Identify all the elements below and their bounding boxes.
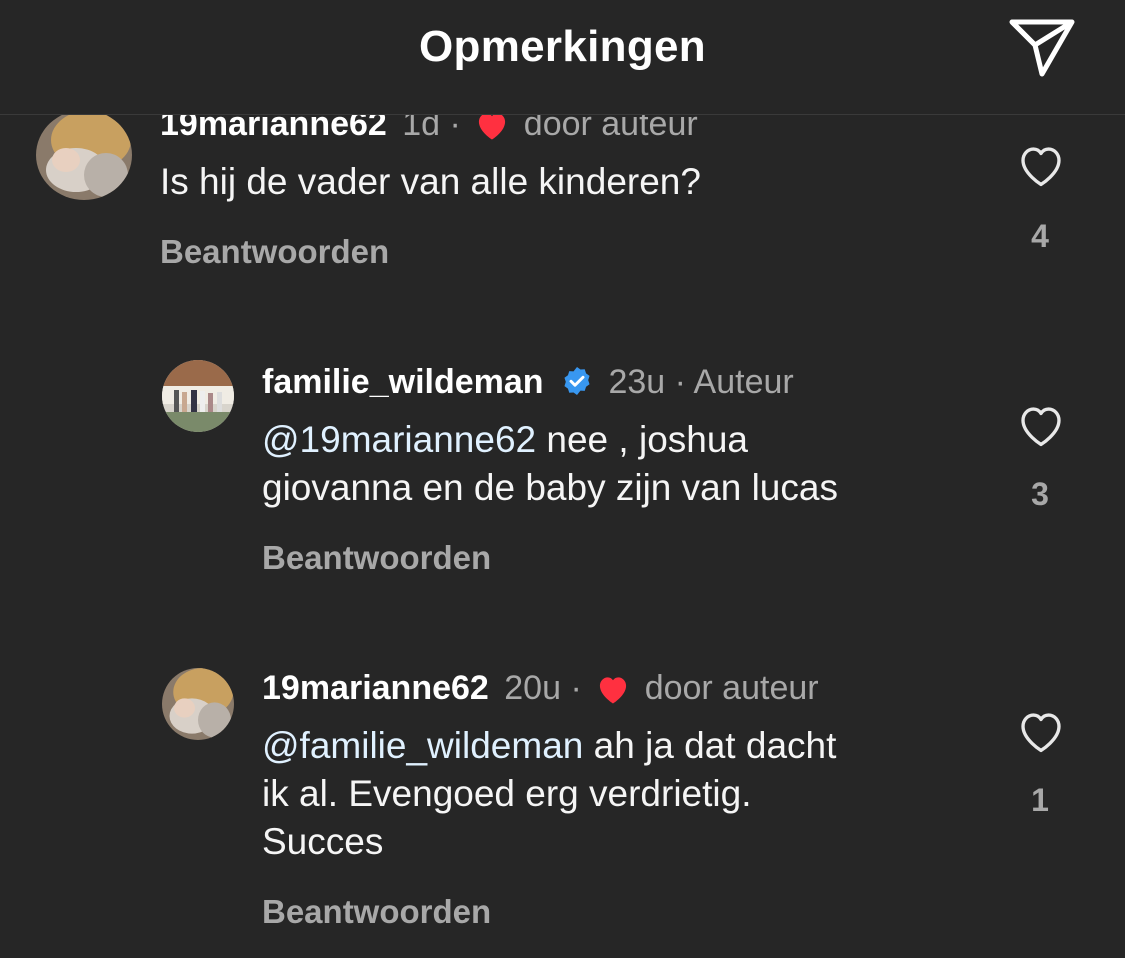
mention-link[interactable]: @familie_wildeman (262, 725, 583, 766)
comment-meta: 19marianne62 20u · door auteur (262, 668, 819, 714)
header: Opmerkingen (0, 0, 1125, 115)
reply-button[interactable]: Beantwoorden (262, 893, 491, 931)
like-button[interactable] (1015, 708, 1067, 754)
comment-text-line1: ah ja dat dacht (583, 725, 837, 766)
comment-text-line3: Succes (262, 821, 384, 862)
comment-text-line2: ik al. Evengoed erg verdrietig. (262, 773, 752, 814)
page-title: Opmerkingen (419, 22, 706, 71)
timestamp: 20u (504, 669, 561, 707)
like-count: 1 (1031, 782, 1049, 818)
liked-by-author-label: door auteur (644, 669, 819, 707)
profile-photo-baby-icon (162, 668, 234, 740)
heart-outline-icon (1021, 713, 1061, 753)
comment-text: @familie_wildeman ah ja dat dacht ik al.… (262, 722, 982, 866)
comment-item: 19marianne62 20u · door auteur @familie_… (0, 0, 1125, 958)
heart-filled-icon (595, 673, 631, 714)
paper-plane-icon[interactable] (1004, 14, 1078, 80)
separator: · (570, 669, 582, 707)
avatar[interactable] (162, 668, 234, 740)
comments-list: 19marianne62 1d · door auteur Is hij de … (0, 0, 1125, 958)
username[interactable]: 19marianne62 (262, 669, 489, 707)
